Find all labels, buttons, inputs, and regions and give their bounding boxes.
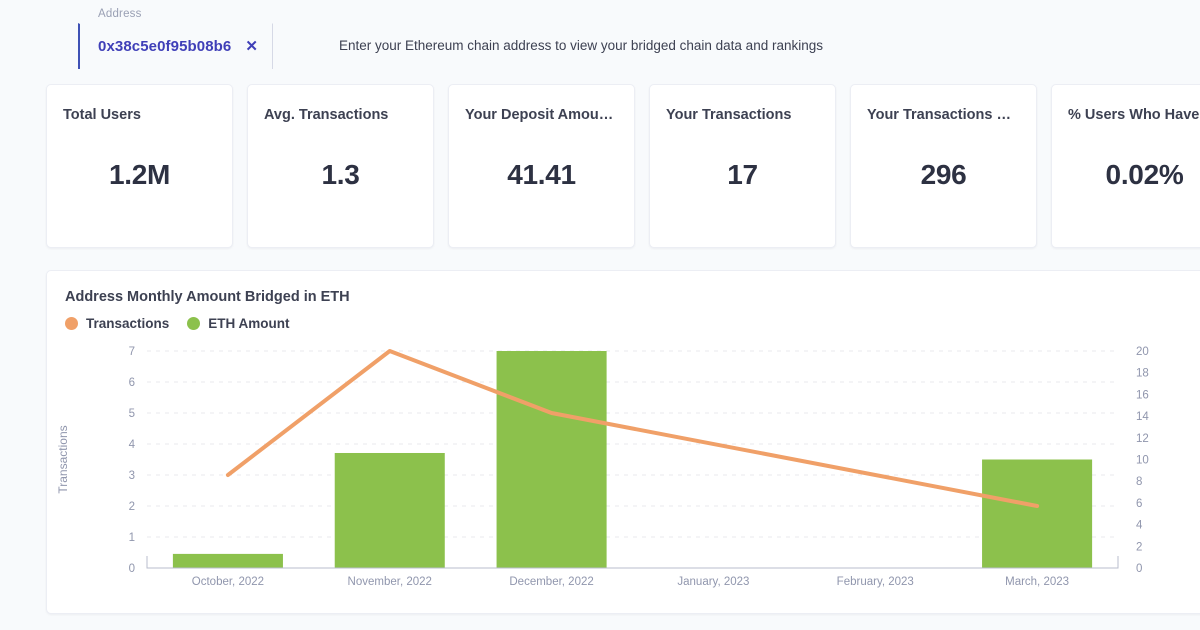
- x-axis-tick: January, 2023: [677, 576, 749, 588]
- x-axis-tick: March, 2023: [1005, 576, 1069, 588]
- stat-card: % Users Who Have … 0.02%: [1051, 84, 1200, 248]
- bar: [982, 459, 1093, 568]
- legend-color-swatch: [65, 317, 78, 330]
- address-input-label: Address: [98, 8, 142, 20]
- y2-axis-tick: 6: [1136, 498, 1142, 510]
- chart-title: Address Monthly Amount Bridged in ETH: [65, 289, 350, 305]
- y-axis-tick: 2: [129, 501, 135, 513]
- y-axis-tick: 6: [129, 377, 135, 389]
- y2-axis-tick: 12: [1136, 433, 1149, 445]
- stat-card-value: 0.02%: [1105, 159, 1184, 190]
- stat-card: Your Transactions R… 296: [850, 84, 1037, 248]
- y-axis-tick: 0: [129, 563, 135, 575]
- stat-card-title: Your Deposit Amoun…: [465, 107, 618, 123]
- y-axis-tick: 1: [129, 532, 135, 544]
- y2-axis-tick: 14: [1136, 411, 1149, 423]
- stat-card: Avg. Transactions 1.3: [247, 84, 434, 248]
- stat-card: Total Users 1.2M: [46, 84, 233, 248]
- stat-card-value: 41.41: [507, 159, 576, 190]
- y2-axis-tick: 18: [1136, 368, 1149, 380]
- bar: [172, 553, 283, 568]
- y2-axis-tick: 10: [1136, 455, 1149, 467]
- y-axis-title: Transactions: [56, 425, 70, 493]
- x-axis-tick: December, 2022: [509, 576, 593, 588]
- bar: [334, 452, 445, 568]
- stat-card: Your Deposit Amoun… 41.41: [448, 84, 635, 248]
- address-input[interactable]: Address 0x38c5e0f95b08b6 ✕: [78, 8, 273, 69]
- stat-card-title: Total Users: [63, 107, 141, 123]
- stat-card-value: 296: [920, 159, 967, 190]
- chart-legend: Transactions ETH Amount: [65, 316, 1200, 331]
- stat-card-value: 1.2M: [108, 159, 171, 190]
- legend-item-transactions[interactable]: Transactions: [65, 316, 169, 331]
- y-axis-tick: 7: [129, 346, 135, 358]
- axis-frame: [146, 556, 1119, 569]
- legend-item-eth-amount[interactable]: ETH Amount: [187, 316, 290, 331]
- chart-panel: Address Monthly Amount Bridged in ETH Tr…: [46, 270, 1200, 614]
- stat-card-value: 17: [727, 159, 758, 190]
- y2-axis-tick: 16: [1136, 389, 1149, 401]
- combo-bar-line-chart: 01234567Transactions02468101214161820Oct…: [56, 346, 1149, 588]
- x-axis-tick: October, 2022: [192, 576, 264, 588]
- stat-card-title: Your Transactions R…: [867, 107, 1020, 123]
- stat-card-value: 1.3: [321, 159, 360, 190]
- stat-card-title: Your Transactions: [666, 107, 792, 123]
- y2-axis-tick: 4: [1136, 520, 1143, 532]
- y-axis-tick: 5: [129, 408, 135, 420]
- y2-axis-tick: 0: [1136, 563, 1142, 575]
- y2-axis-tick: 2: [1136, 541, 1142, 553]
- close-icon[interactable]: ✕: [245, 39, 258, 54]
- y2-axis-tick: 20: [1136, 346, 1149, 358]
- x-axis-tick: November, 2022: [348, 576, 432, 588]
- y-axis-tick: 3: [129, 470, 135, 482]
- address-hint-text: Enter your Ethereum chain address to vie…: [338, 37, 823, 53]
- address-input-value: 0x38c5e0f95b08b6: [98, 38, 232, 55]
- stat-card-row: Total Users 1.2M Avg. Transactions 1.3 Y…: [0, 84, 1200, 248]
- legend-label: ETH Amount: [208, 316, 290, 331]
- stat-card: Your Transactions 17: [649, 84, 836, 248]
- y2-axis-tick: 8: [1136, 476, 1142, 488]
- stat-card-title: Avg. Transactions: [264, 107, 389, 123]
- stat-card-title: % Users Who Have …: [1068, 107, 1200, 123]
- address-toolbar: Address 0x38c5e0f95b08b6 ✕ Enter your Et…: [0, 0, 1200, 84]
- x-axis-tick: February, 2023: [837, 576, 914, 588]
- legend-color-swatch: [187, 317, 201, 330]
- bar: [496, 351, 607, 568]
- legend-label: Transactions: [86, 316, 170, 331]
- y-axis-tick: 4: [129, 439, 136, 451]
